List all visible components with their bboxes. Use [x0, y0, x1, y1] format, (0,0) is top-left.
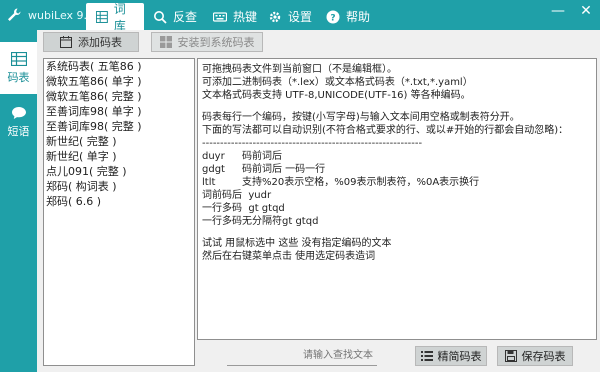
example-text: 码前词后 一码一行 — [242, 164, 326, 175]
editor-example-line: ltlt 支持%20表示空格，%09表示制表符，%0A表示换行 — [202, 176, 592, 189]
editor-line: 词前码后 yudr — [202, 190, 272, 201]
simplify-codebook-button[interactable]: 精简码表 — [415, 346, 487, 366]
editor-line: 下面的写法都可以自动识别(不符合格式要求的行、或以#开始的行都会自动忽略)： — [202, 125, 569, 136]
editor-example-line: gdgt 码前词后 一码一行 — [202, 163, 592, 176]
example-code: ltlt — [202, 177, 216, 188]
editor-line: ----------------------------------------… — [202, 138, 423, 149]
table-icon — [10, 51, 27, 66]
title-bar: wubiLex 9.6.0 词库 反查 热键 设置 ? 帮助 — ✕ — [0, 0, 600, 33]
add-codebook-label: 添加码表 — [78, 36, 122, 49]
save-icon — [504, 350, 517, 362]
editor-line: 试试 用鼠标选中 这些 没有指定编码的文本 — [202, 238, 392, 249]
list-item[interactable]: 点儿091( 完整 ) — [44, 164, 194, 179]
main-panel: 添加码表 安装到系统码表 系统码表( 五笔86 ) 微软五笔86( 单字 ) 微… — [37, 30, 600, 372]
example-code: gdgt — [202, 164, 225, 175]
wrench-icon — [8, 8, 21, 21]
tab-reverse-lookup[interactable]: 反查 — [153, 3, 197, 30]
side-nav: 码表 短语 — [0, 30, 37, 372]
sidebar-item-codebook[interactable]: 码表 — [0, 42, 37, 94]
search-icon — [154, 10, 167, 24]
list-item[interactable]: 郑码( 6.6 ) — [44, 194, 194, 209]
editor-line: 可添加二进制码表（*.lex）或文本格式码表（*.txt,*.yaml） — [202, 77, 473, 88]
save-codebook-label: 保存码表 — [521, 350, 566, 363]
sidebar-item-phrases-label: 短语 — [7, 124, 30, 138]
grid-icon — [96, 10, 108, 23]
sidebar-item-codebook-label: 码表 — [7, 70, 30, 84]
add-codebook-button[interactable]: 添加码表 — [43, 32, 139, 52]
bottom-bar: 精简码表 保存码表 — [197, 342, 600, 372]
close-button[interactable]: ✕ — [572, 0, 600, 22]
tab-hotkeys-label: 热键 — [233, 10, 258, 24]
toolbar: 添加码表 安装到系统码表 — [37, 30, 600, 56]
list-item[interactable]: 微软五笔86( 单字 ) — [44, 74, 194, 89]
calendar-icon — [60, 36, 72, 48]
sidebar-item-phrases[interactable]: 短语 — [0, 96, 37, 148]
tab-codebook[interactable]: 词库 — [86, 2, 144, 33]
tab-codebook-label: 词库 — [113, 1, 126, 33]
svg-text:?: ? — [330, 13, 335, 23]
list-icon — [420, 351, 433, 361]
install-to-system-label: 安装到系统码表 — [177, 36, 255, 49]
example-text: 支持%20表示空格，%09表示制表符，%0A表示换行 — [242, 177, 480, 188]
codebook-editor[interactable]: 可拖拽码表文件到当前窗口（不是编辑框）。 可添加二进制码表（*.lex）或文本格… — [197, 58, 597, 340]
tab-reverse-lookup-label: 反查 — [173, 10, 198, 24]
install-to-system-button[interactable]: 安装到系统码表 — [151, 32, 263, 52]
tab-hotkeys[interactable]: 热键 — [213, 3, 257, 30]
search-input[interactable] — [227, 346, 377, 366]
simplify-codebook-label: 精简码表 — [437, 350, 482, 363]
editor-line: 可拖拽码表文件到当前窗口（不是编辑框）。 — [202, 64, 397, 75]
list-item[interactable]: 新世纪( 完整 ) — [44, 134, 194, 149]
tab-help[interactable]: ? 帮助 — [326, 3, 370, 30]
gear-icon — [269, 11, 281, 22]
tab-settings[interactable]: 设置 — [268, 3, 312, 30]
list-item[interactable]: 郑码( 构词表 ) — [44, 179, 194, 194]
codebook-list[interactable]: 系统码表( 五笔86 ) 微软五笔86( 单字 ) 微软五笔86( 完整 ) 至… — [43, 58, 195, 366]
tab-settings-label: 设置 — [288, 10, 313, 24]
editor-line: 然后在右键菜单点击 使用选定码表造词 — [202, 251, 376, 262]
window-controls: — ✕ — [544, 0, 600, 30]
list-item[interactable]: 系统码表( 五笔86 ) — [44, 59, 194, 74]
list-item[interactable]: 至善词库98( 单字 ) — [44, 104, 194, 119]
editor-line: 码表每行一个编码，按键(小写字母)与输入文本间用空格或制表符分开。 — [202, 112, 520, 123]
editor-example-line: duyr 码前词后 — [202, 150, 592, 163]
editor-line: 一行多码无分隔符gt gtqd — [202, 216, 319, 227]
list-item[interactable]: 微软五笔86( 完整 ) — [44, 89, 194, 104]
windows-icon — [159, 36, 172, 48]
minimize-button[interactable]: — — [544, 0, 572, 22]
tab-help-label: 帮助 — [346, 10, 371, 24]
keyboard-icon — [213, 11, 227, 22]
list-item[interactable]: 至善词库98( 完整 ) — [44, 119, 194, 134]
list-item[interactable]: 新世纪( 单字 ) — [44, 149, 194, 164]
example-code: duyr — [202, 151, 225, 162]
editor-line: 一行多码 gt gtqd — [202, 203, 285, 214]
help-icon: ? — [326, 10, 340, 23]
save-codebook-button[interactable]: 保存码表 — [497, 346, 573, 366]
example-text: 码前词后 — [242, 151, 282, 162]
editor-line: 文本格式码表支持 UTF-8,UNICODE(UTF-16) 等各种编码。 — [202, 90, 471, 101]
chat-icon — [11, 106, 26, 119]
